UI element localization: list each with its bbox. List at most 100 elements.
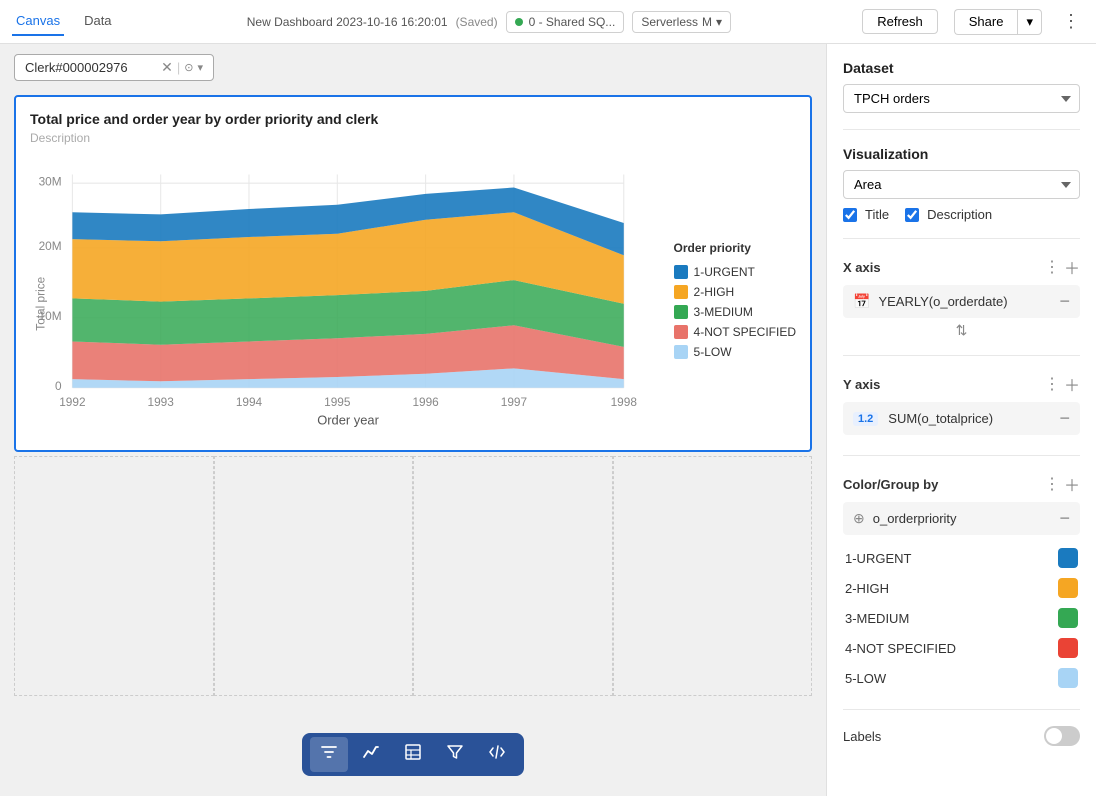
empty-grid (14, 456, 812, 696)
saved-badge: (Saved) (456, 15, 498, 29)
y-axis-item-left: 1.2 SUM(o_totalprice) (853, 411, 993, 426)
y-axis-controls: ⋮ ＋ (1044, 372, 1080, 396)
x-axis-controls: ⋮ ＋ (1044, 255, 1080, 279)
y-axis-remove-button[interactable]: − (1059, 408, 1070, 429)
svg-text:1998: 1998 (611, 395, 638, 409)
share-button[interactable]: Share (954, 9, 1018, 35)
labels-toggle[interactable] (1044, 726, 1080, 746)
color-group-remove-button[interactable]: − (1059, 508, 1070, 529)
color-group-item: ⊕ o_orderpriority − (843, 502, 1080, 535)
nav-center: New Dashboard 2023-10-16 16:20:01 (Saved… (132, 11, 847, 33)
color-swatch-not-specified[interactable] (1058, 638, 1078, 658)
saved-label: (Saved) (456, 15, 498, 29)
legend-title: Order priority (674, 241, 796, 255)
bottom-toolbar (302, 733, 524, 776)
x-axis-remove-button[interactable]: − (1059, 291, 1070, 312)
legend-item-low: 5-LOW (674, 345, 796, 359)
grid-cell-4 (613, 456, 813, 696)
divider-5 (843, 709, 1080, 710)
toolbar-funnel-button[interactable] (436, 737, 474, 772)
color-group-controls: ⋮ ＋ (1044, 472, 1080, 496)
color-label-low: 5-LOW (845, 671, 886, 686)
toolbar-table-button[interactable] (394, 737, 432, 772)
x-axis-item-left: 📅 YEARLY(o_orderdate) (853, 293, 1008, 310)
svg-text:1997: 1997 (501, 395, 527, 409)
refresh-button[interactable]: Refresh (862, 9, 938, 34)
color-label-high: 2-HIGH (845, 581, 889, 596)
serverless-pill[interactable]: Serverless M ▾ (632, 11, 731, 33)
title-checkbox[interactable] (843, 208, 857, 222)
color-label-medium: 3-MEDIUM (845, 611, 909, 626)
color-swatch-high[interactable] (1058, 578, 1078, 598)
legend-color-not-specified (674, 325, 688, 339)
status-pill[interactable]: 0 - Shared SQ... (506, 11, 625, 33)
chart-container: Total price and order year by order prio… (14, 95, 812, 452)
chart-svg-wrap: 30M 20M 10M 0 Total price (30, 153, 658, 436)
table-icon (404, 743, 422, 761)
divider-4 (843, 455, 1080, 456)
chart-svg: 30M 20M 10M 0 Total price (30, 153, 658, 433)
filter-clear-icon[interactable]: ✕ (161, 59, 173, 76)
more-button[interactable]: ⋮ (1058, 11, 1084, 32)
right-panel: Dataset TPCH orders Visualization Area T… (826, 44, 1096, 796)
y-axis-title: Y axis (843, 377, 880, 392)
color-swatch-medium[interactable] (1058, 608, 1078, 628)
color-row-high: 2-HIGH (843, 573, 1080, 603)
dashboard-title: New Dashboard 2023-10-16 16:20:01 (247, 15, 448, 29)
y-axis-item: 1.2 SUM(o_totalprice) − (843, 402, 1080, 435)
share-caret-button[interactable]: ▾ (1017, 9, 1042, 35)
chart-legend: Order priority 1-URGENT 2-HIGH 3-MEDIUM (674, 153, 796, 436)
visualization-label: Visualization (843, 146, 1080, 162)
svg-text:1996: 1996 (412, 395, 439, 409)
color-swatch-urgent[interactable] (1058, 548, 1078, 568)
svg-text:1995: 1995 (324, 395, 351, 409)
dataset-select[interactable]: TPCH orders (843, 84, 1080, 113)
color-row-low: 5-LOW (843, 663, 1080, 693)
svg-text:1993: 1993 (148, 395, 175, 409)
toolbar-filter-button[interactable] (310, 737, 348, 772)
visualization-select[interactable]: Area (843, 170, 1080, 199)
color-swatch-low[interactable] (1058, 668, 1078, 688)
legend-label-medium: 3-MEDIUM (694, 305, 753, 319)
filter-chevron-icon[interactable]: ▾ (197, 61, 203, 74)
toolbar-code-button[interactable] (478, 737, 516, 772)
dataset-label: Dataset (843, 60, 1080, 76)
description-checkbox[interactable] (905, 208, 919, 222)
legend-item-high: 2-HIGH (674, 285, 796, 299)
color-group-more-button[interactable]: ⋮ (1044, 474, 1060, 494)
x-axis-header: X axis ⋮ ＋ (843, 255, 1080, 279)
filter-tag-value: Clerk#000002976 (25, 60, 128, 75)
chart-icon (362, 743, 380, 761)
svg-text:Total price: Total price (33, 276, 47, 330)
color-label-urgent: 1-URGENT (845, 551, 911, 566)
tab-data[interactable]: Data (80, 7, 115, 36)
divider-1 (843, 129, 1080, 130)
filter-tag-controls: ✕ | ⊙ ▾ (161, 59, 203, 76)
main-layout: Clerk#000002976 ✕ | ⊙ ▾ Total price and … (0, 44, 1096, 796)
top-navigation: Canvas Data New Dashboard 2023-10-16 16:… (0, 0, 1096, 44)
filter-caret-icon[interactable]: ⊙ (184, 61, 193, 74)
x-axis-field: YEARLY(o_orderdate) (878, 294, 1007, 309)
y-axis-section: Y axis ⋮ ＋ 1.2 SUM(o_totalprice) − (843, 372, 1080, 439)
x-axis-add-button[interactable]: ＋ (1064, 255, 1080, 279)
share-group: Share ▾ (954, 9, 1042, 35)
y-axis-more-button[interactable]: ⋮ (1044, 374, 1060, 394)
grid-cell-2 (214, 456, 414, 696)
toolbar-chart-button[interactable] (352, 737, 390, 772)
filter-icon (320, 743, 338, 761)
sort-icon[interactable]: ⇅ (843, 322, 1080, 339)
svg-text:Order year: Order year (317, 412, 379, 427)
serverless-label: Serverless (641, 15, 698, 29)
tab-canvas[interactable]: Canvas (12, 7, 64, 36)
labels-label: Labels (843, 729, 881, 744)
color-swatches: 1-URGENT 2-HIGH 3-MEDIUM 4-NOT SPECIFIED… (843, 543, 1080, 693)
color-group-field: o_orderpriority (873, 511, 957, 526)
dataset-section: Dataset TPCH orders (843, 60, 1080, 113)
legend-color-medium (674, 305, 688, 319)
filter-tag[interactable]: Clerk#000002976 ✕ | ⊙ ▾ (14, 54, 214, 81)
legend-label-not-specified: 4-NOT SPECIFIED (694, 325, 796, 339)
color-group-add-button[interactable]: ＋ (1064, 472, 1080, 496)
svg-text:0: 0 (55, 379, 62, 393)
x-axis-more-button[interactable]: ⋮ (1044, 257, 1060, 277)
y-axis-add-button[interactable]: ＋ (1064, 372, 1080, 396)
